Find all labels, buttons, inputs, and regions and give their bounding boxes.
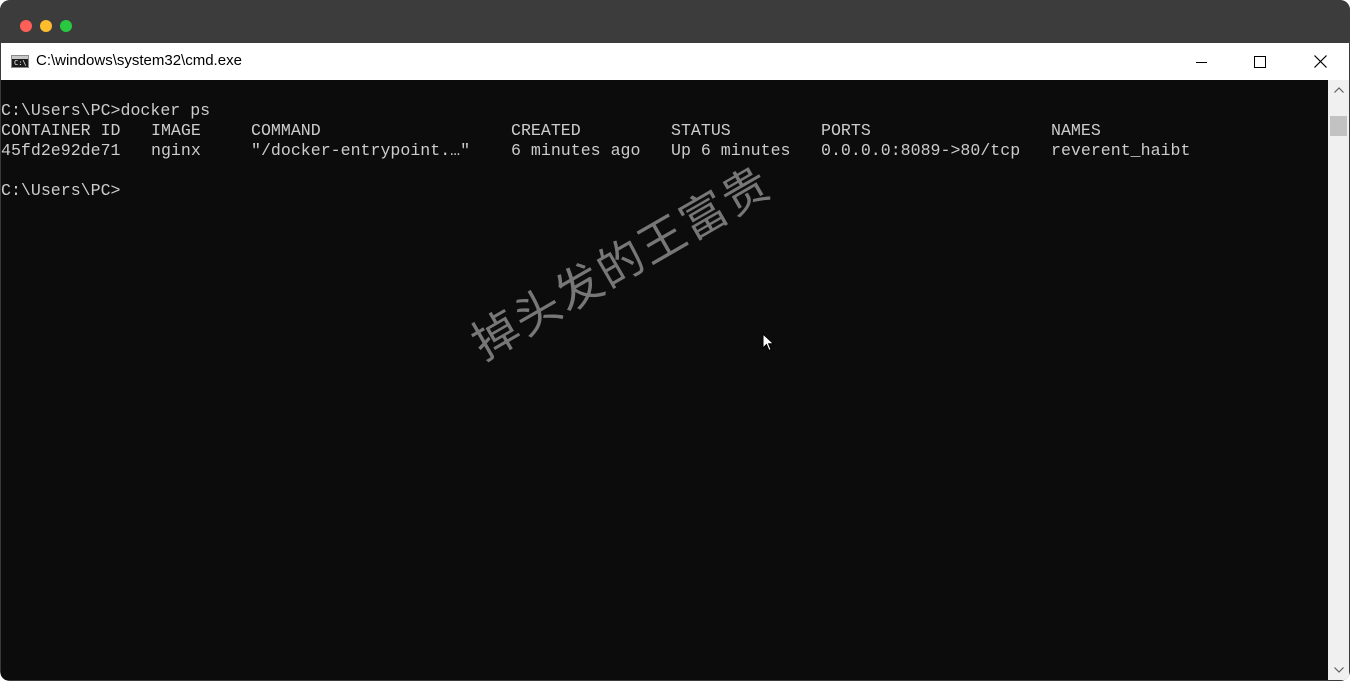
row-ports: 0.0.0.0:8089->80/tcp [821,141,1021,160]
scrollbar-thumb[interactable] [1330,116,1347,136]
maximize-button[interactable] [1231,43,1289,80]
minimize-icon [1196,61,1207,63]
header-created: CREATED [511,121,581,140]
maximize-icon [1254,55,1266,68]
vertical-scrollbar[interactable] [1328,80,1349,680]
header-ports: PORTS [821,121,871,140]
close-button[interactable] [1291,43,1349,80]
mac-title-bar [0,0,1350,43]
watermark-text: 掉头发的王富贵 [462,155,781,371]
header-status: STATUS [671,121,731,140]
window-title-bar[interactable]: C:\ C:\windows\system32\cmd.exe [1,43,1349,80]
table-row: 45fd2e92de71 nginx "/docker-entrypoint.…… [1,141,1301,161]
row-command: "/docker-entrypoint.…" [251,141,471,160]
window-title: C:\windows\system32\cmd.exe [36,52,242,69]
close-traffic-light[interactable] [20,20,32,32]
command-line: C:\Users\PC>docker ps [1,101,211,120]
header-command: COMMAND [251,121,321,140]
minimize-button[interactable] [1173,43,1231,80]
row-image: nginx [151,141,201,160]
table-header-row: CONTAINER ID IMAGE COMMAND CREATED STATU… [1,121,1301,141]
row-container-id: 45fd2e92de71 [1,141,121,160]
zoom-traffic-light[interactable] [60,20,72,32]
scroll-up-button[interactable] [1328,80,1349,100]
scroll-down-button[interactable] [1328,660,1349,680]
header-names: NAMES [1051,121,1101,140]
header-image: IMAGE [151,121,201,140]
close-icon [1313,55,1327,68]
app-frame: C:\ C:\windows\system32\cmd.exe C:\Users… [0,0,1350,681]
minimize-traffic-light[interactable] [40,20,52,32]
cmd-icon: C:\ [11,55,29,68]
header-container-id: CONTAINER ID [1,121,121,140]
row-created: 6 minutes ago [511,141,641,160]
prompt-line: C:\Users\PC> [1,181,121,200]
row-names: reverent_haibt [1051,141,1191,160]
mouse-pointer-icon [762,333,775,352]
console-output[interactable]: C:\Users\PC>docker ps CONTAINER ID IMAGE… [1,80,1328,680]
chevron-down-icon [1333,667,1344,673]
chevron-up-icon [1333,87,1344,93]
